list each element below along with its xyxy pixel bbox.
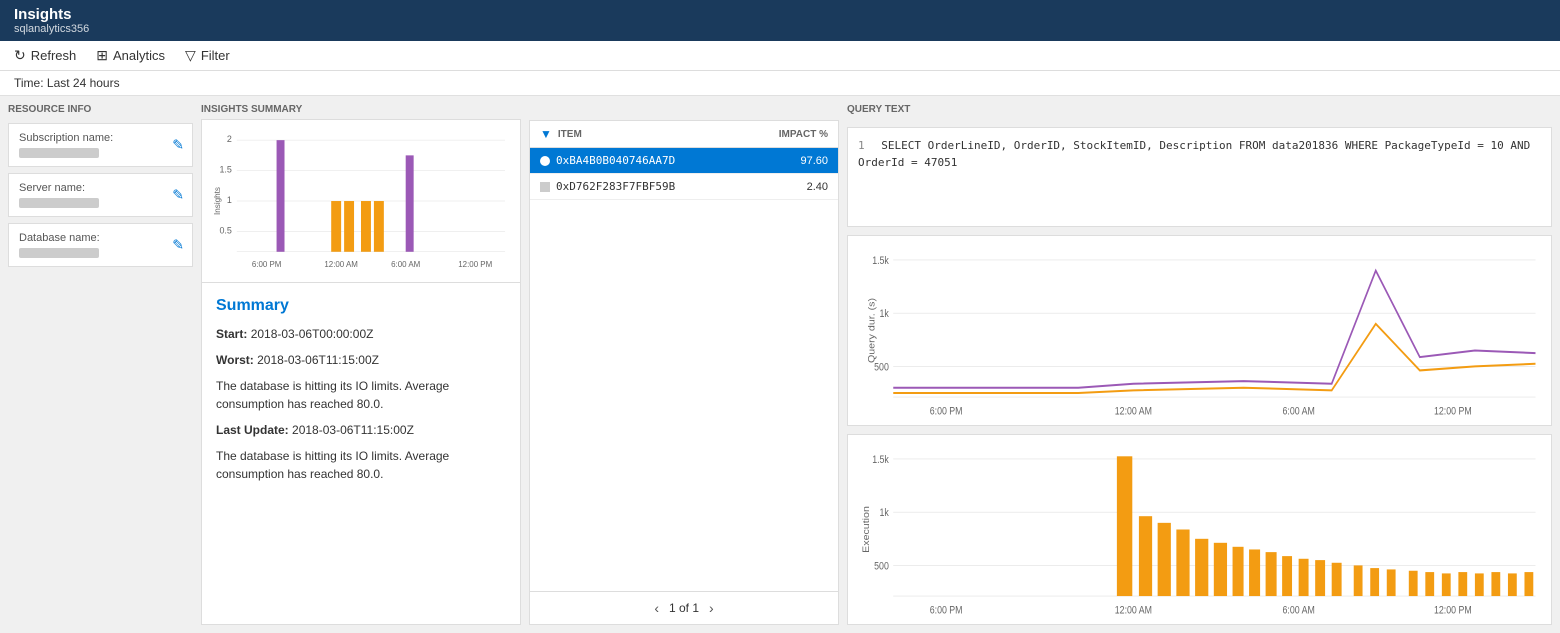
- svg-text:6:00 AM: 6:00 AM: [1282, 605, 1314, 616]
- col-impact-header: IMPACT %: [758, 129, 828, 140]
- main-content: RESOURCE INFO Subscription name: ✎ Serve…: [0, 96, 1560, 633]
- summary-text-panel: Summary Start: 2018-03-06T00:00:00Z Wors…: [201, 283, 521, 625]
- item-dot-0: [540, 156, 550, 166]
- analytics-button[interactable]: ⊞ Analytics: [96, 47, 165, 64]
- items-pagination: ‹ 1 of 1 ›: [529, 592, 839, 625]
- item-impact-1: 2.40: [758, 181, 828, 193]
- resource-info-panel: RESOURCE INFO Subscription name: ✎ Serve…: [8, 104, 193, 625]
- server-value: [19, 198, 99, 208]
- app-header: Insights sqlanalytics356: [0, 0, 1560, 41]
- svg-text:12:00 PM: 12:00 PM: [1434, 406, 1472, 417]
- server-edit-icon[interactable]: ✎: [172, 187, 184, 204]
- svg-text:1.5k: 1.5k: [872, 255, 889, 267]
- filter-icon: ▼: [540, 127, 552, 141]
- refresh-label: Refresh: [31, 48, 77, 63]
- query-text-box: 1 SELECT OrderLineID, OrderID, StockItem…: [847, 127, 1552, 227]
- database-field: Database name: ✎: [8, 223, 193, 267]
- subscription-label: Subscription name:: [19, 132, 182, 144]
- subscription-field: Subscription name: ✎: [8, 123, 193, 167]
- start-value: 2018-03-06T00:00:00Z: [251, 327, 374, 341]
- subscription-edit-icon[interactable]: ✎: [172, 137, 184, 154]
- svg-text:1.5: 1.5: [219, 165, 231, 175]
- items-table: ▼ ITEM IMPACT % 0xBA4B0B040746AA7D 97.60…: [529, 120, 839, 592]
- time-bar: Time: Last 24 hours: [0, 71, 1560, 96]
- svg-text:1k: 1k: [880, 308, 889, 320]
- filter-icon: ▽: [185, 47, 196, 64]
- query-panel: QUERY TEXT 1 SELECT OrderLineID, OrderID…: [847, 104, 1552, 625]
- item-impact-0: 97.60: [758, 155, 828, 167]
- execution-chart-svg: 1.5k 1k 500 Execution: [858, 443, 1541, 616]
- svg-text:1: 1: [227, 195, 232, 205]
- summary-last-update: Last Update: 2018-03-06T11:15:00Z: [216, 421, 506, 439]
- prev-page-btn[interactable]: ‹: [654, 600, 659, 616]
- summary-title: Summary: [216, 297, 506, 315]
- summary-desc2: The database is hitting its IO limits. A…: [216, 447, 506, 483]
- svg-text:12:00 AM: 12:00 AM: [1115, 605, 1152, 616]
- summary-desc1: The database is hitting its IO limits. A…: [216, 377, 506, 413]
- database-value: [19, 248, 99, 258]
- svg-text:1k: 1k: [880, 507, 889, 519]
- svg-text:6:00 AM: 6:00 AM: [1282, 406, 1314, 417]
- svg-text:12:00 AM: 12:00 AM: [324, 260, 358, 269]
- database-edit-icon[interactable]: ✎: [172, 237, 184, 254]
- query-duration-chart: 1.5k 1k 500 Query dur. (s) 6:00 PM 12:00…: [847, 235, 1552, 426]
- svg-text:500: 500: [874, 362, 889, 374]
- item-name-1: 0xD762F283F7FBF59B: [556, 180, 752, 193]
- next-page-btn[interactable]: ›: [709, 600, 714, 616]
- app-title: Insights: [14, 6, 1546, 23]
- execution-chart: 1.5k 1k 500 Execution: [847, 434, 1552, 625]
- worst-value: 2018-03-06T11:15:00Z: [257, 353, 379, 367]
- insights-summary-panel: INSIGHTS SUMMARY 2 1.5 1 0.5 Insights: [201, 104, 521, 625]
- insights-summary-title: INSIGHTS SUMMARY: [201, 104, 521, 115]
- item-name-0: 0xBA4B0B040746AA7D: [556, 154, 752, 167]
- summary-worst: Worst: 2018-03-06T11:15:00Z: [216, 351, 506, 369]
- col-item-header: ITEM: [558, 129, 752, 140]
- last-update-value: 2018-03-06T11:15:00Z: [292, 423, 414, 437]
- duration-chart-svg: 1.5k 1k 500 Query dur. (s) 6:00 PM 12:00…: [858, 244, 1541, 417]
- subscription-value: [19, 148, 99, 158]
- worst-label: Worst:: [216, 353, 254, 367]
- svg-text:2: 2: [227, 134, 232, 144]
- insights-chart-panel: 2 1.5 1 0.5 Insights: [201, 119, 521, 283]
- svg-text:500: 500: [874, 561, 889, 573]
- item-square-1: [540, 182, 550, 192]
- refresh-icon: ↻: [14, 47, 26, 64]
- svg-text:6:00 AM: 6:00 AM: [391, 260, 420, 269]
- svg-text:6:00 PM: 6:00 PM: [930, 406, 963, 417]
- items-panel: ▼ ITEM IMPACT % 0xBA4B0B040746AA7D 97.60…: [529, 104, 839, 625]
- svg-text:6:00 PM: 6:00 PM: [252, 260, 282, 269]
- analytics-icon: ⊞: [96, 47, 108, 64]
- database-label: Database name:: [19, 232, 182, 244]
- svg-text:1.5k: 1.5k: [872, 454, 889, 466]
- refresh-button[interactable]: ↻ Refresh: [14, 47, 76, 64]
- svg-text:0.5: 0.5: [219, 225, 231, 235]
- summary-start: Start: 2018-03-06T00:00:00Z: [216, 325, 506, 343]
- item-row-1[interactable]: 0xD762F283F7FBF59B 2.40: [530, 174, 838, 200]
- svg-text:12:00 AM: 12:00 AM: [1115, 406, 1152, 417]
- insights-bar-chart: 2 1.5 1 0.5 Insights: [212, 130, 510, 272]
- toolbar: ↻ Refresh ⊞ Analytics ▽ Filter: [0, 41, 1560, 71]
- svg-text:12:00 PM: 12:00 PM: [1434, 605, 1472, 616]
- time-bar-label: Time: Last 24 hours: [14, 76, 120, 90]
- server-field: Server name: ✎: [8, 173, 193, 217]
- query-line-num: 1: [858, 139, 865, 152]
- start-label: Start:: [216, 327, 247, 341]
- last-update-label: Last Update:: [216, 423, 289, 437]
- items-header: ▼ ITEM IMPACT %: [530, 121, 838, 148]
- svg-text:Execution: Execution: [862, 506, 872, 553]
- filter-label: Filter: [201, 48, 230, 63]
- query-text-content: SELECT OrderLineID, OrderID, StockItemID…: [858, 139, 1530, 169]
- query-text-title: QUERY TEXT: [847, 104, 1552, 115]
- svg-text:6:00 PM: 6:00 PM: [930, 605, 963, 616]
- filter-button[interactable]: ▽ Filter: [185, 47, 230, 64]
- app-subtitle: sqlanalytics356: [14, 23, 1546, 35]
- server-label: Server name:: [19, 182, 182, 194]
- svg-text:Query dur. (s): Query dur. (s): [867, 298, 877, 363]
- svg-text:12:00 PM: 12:00 PM: [458, 260, 492, 269]
- resource-info-title: RESOURCE INFO: [8, 104, 193, 115]
- item-row-0[interactable]: 0xBA4B0B040746AA7D 97.60: [530, 148, 838, 174]
- page-indicator: 1 of 1: [669, 601, 699, 615]
- svg-text:Insights: Insights: [213, 187, 222, 215]
- analytics-label: Analytics: [113, 48, 165, 63]
